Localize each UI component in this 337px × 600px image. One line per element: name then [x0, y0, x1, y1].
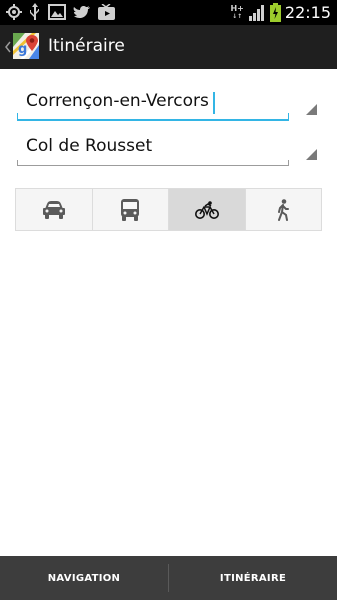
car-icon: [42, 200, 65, 219]
maps-icon[interactable]: g: [12, 31, 42, 63]
signal-icon: [248, 5, 264, 21]
bottom-action-bar: NAVIGATION ITINÉRAIRE: [0, 556, 337, 600]
travel-mode-selector: [15, 188, 322, 231]
image-icon: [48, 4, 66, 20]
youtube-icon: [98, 4, 115, 20]
destination-input[interactable]: [17, 130, 289, 162]
system-status: H+ ↓↑ 22:15: [230, 0, 331, 25]
origin-dropdown-icon[interactable]: [306, 104, 317, 115]
clock: 22:15: [284, 3, 331, 22]
bicycle-icon: [194, 200, 219, 219]
mode-bicycle[interactable]: [169, 189, 246, 230]
mode-transit[interactable]: [93, 189, 169, 230]
twitter-icon: [73, 5, 90, 18]
walk-icon: [278, 198, 290, 221]
bus-icon: [121, 198, 140, 221]
network-type: H+ ↓↑: [230, 3, 244, 20]
usb-icon: [30, 3, 39, 20]
page-title: Itinéraire: [48, 36, 125, 56]
origin-field[interactable]: [17, 85, 289, 121]
destination-dropdown-icon[interactable]: [306, 149, 317, 160]
itinerary-button[interactable]: ITINÉRAIRE: [169, 556, 337, 600]
mode-walk[interactable]: [246, 189, 322, 230]
navigation-button[interactable]: NAVIGATION: [0, 556, 168, 600]
origin-input[interactable]: [17, 85, 289, 117]
svg-text:g: g: [18, 42, 27, 57]
mode-car[interactable]: [16, 189, 93, 230]
destination-field[interactable]: [17, 130, 289, 166]
notification-icons: [6, 3, 115, 21]
battery-charging-icon: [269, 3, 281, 22]
action-bar: g Itinéraire: [0, 25, 337, 69]
gps-icon: [6, 4, 22, 20]
text-cursor: [213, 92, 215, 114]
status-bar: H+ ↓↑ 22:15: [0, 0, 337, 25]
